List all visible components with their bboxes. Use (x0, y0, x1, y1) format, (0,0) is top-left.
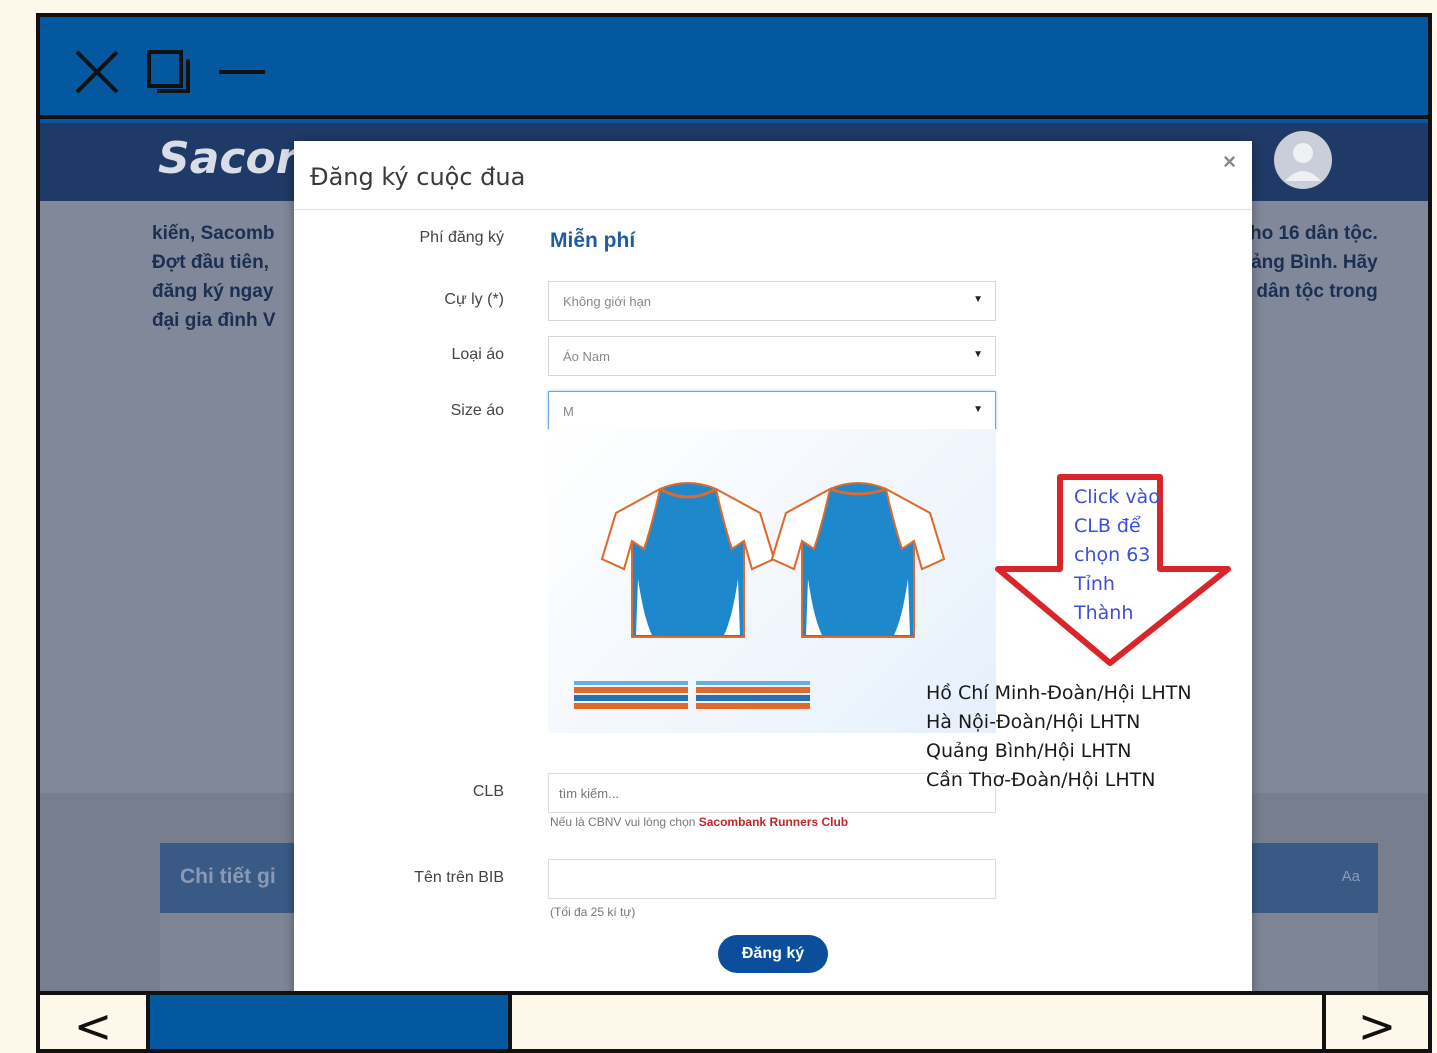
annotation-line: CLB để (1074, 515, 1141, 537)
shirt-type-select-value: Áo Nam (563, 349, 610, 364)
modal-title: Đăng ký cuộc đua (310, 163, 526, 191)
sacombank-runners-club-link[interactable]: Sacombank Runners Club (699, 815, 848, 829)
bottom-nav-bar: < > (40, 991, 1428, 1049)
fee-value: Miễn phí (550, 229, 636, 252)
distance-select[interactable]: Không giới hạn ▼ (548, 281, 996, 321)
club-option: Hà Nội-Đoàn/Hội LHTN (926, 711, 1141, 733)
club-option: Cần Thơ-Đoàn/Hội LHTN (926, 769, 1156, 791)
annotation-club-list: Hồ Chí Minh-Đoàn/Hội LHTN Hà Nội-Đoàn/Hộ… (926, 679, 1192, 795)
divider (294, 209, 1252, 210)
background-text-line: dân tộc trong (1256, 281, 1378, 302)
distance-label: Cự ly (*) (444, 291, 504, 308)
annotation-line: Tỉnh (1074, 573, 1115, 595)
annotation-line: chọn 63 (1074, 544, 1151, 566)
chevron-down-icon: ▼ (973, 294, 983, 305)
annotation-line: Thành (1074, 602, 1134, 624)
browser-frame: Sacor kiến, Sacomb Đợt đầu tiên, đăng ký… (36, 13, 1432, 1053)
distance-select-value: Không giới hạn (563, 294, 652, 309)
background-text-line: ảng Bình. Hãy (1251, 252, 1378, 273)
minimize-window-icon[interactable] (216, 47, 266, 97)
register-button[interactable]: Đăng ký (718, 935, 828, 973)
shirt-size-select[interactable]: M ▼ (548, 391, 996, 431)
clb-hint: Nếu là CBNV vui lòng chọn Sacombank Runn… (550, 815, 848, 829)
site-logo[interactable]: Sacor (158, 133, 297, 184)
background-text-line: đăng ký ngay (152, 281, 274, 302)
background-article-right: ho 16 dân tộc. ảng Bình. Hãy dân tộc tro… (1250, 219, 1378, 306)
shirt-size-label: Size áo (450, 402, 504, 419)
maximize-window-icon[interactable] (144, 47, 194, 97)
background-text-line: ho 16 dân tộc. (1250, 223, 1378, 244)
annotation-instruction: Click vào CLB để chọn 63 Tỉnh Thành (1074, 483, 1160, 628)
clb-label: CLB (472, 783, 504, 800)
shirt-size-select-value: M (563, 404, 574, 419)
bib-name-hint: (Tối đa 25 kí tự) (550, 905, 636, 919)
close-window-icon[interactable] (72, 47, 122, 97)
tab-strip[interactable] (512, 995, 1326, 1049)
shirt-front-image (600, 482, 776, 638)
shirt-type-select[interactable]: Áo Nam ▼ (548, 336, 996, 376)
size-chart-image (574, 681, 810, 709)
club-option: Quảng Bình/Hội LHTN (926, 740, 1132, 762)
prev-button[interactable]: < (40, 995, 146, 1049)
chevron-down-icon: ▼ (973, 349, 983, 360)
bib-name-label: Tên trên BIB (414, 869, 504, 886)
next-button[interactable]: > (1326, 995, 1428, 1049)
shirt-type-label: Loại áo (451, 346, 505, 363)
background-text-line: Đợt đầu tiên, (152, 252, 269, 273)
detail-panel-title: Chi tiết gi (180, 865, 276, 888)
modal-close-button[interactable]: × (1223, 149, 1236, 175)
shirt-back-image (770, 482, 946, 638)
annotation-line: Click vào (1074, 486, 1160, 508)
fee-label: Phí đăng ký (419, 229, 505, 246)
chevron-down-icon: ▼ (973, 404, 983, 415)
background-article-left: kiến, Sacomb Đợt đầu tiên, đăng ký ngay … (152, 219, 276, 335)
font-size-toggle[interactable]: Aa (1342, 868, 1360, 885)
club-option: Hồ Chí Minh-Đoàn/Hội LHTN (926, 682, 1192, 704)
active-tab[interactable] (146, 995, 512, 1049)
window-titlebar (40, 17, 1428, 119)
user-avatar-icon[interactable] (1274, 131, 1332, 189)
clb-hint-text: Nếu là CBNV vui lòng chọn (550, 815, 699, 829)
bib-name-input[interactable] (548, 859, 996, 899)
background-text-line: đại gia đình V (152, 310, 276, 331)
background-text-line: kiến, Sacomb (152, 223, 275, 244)
